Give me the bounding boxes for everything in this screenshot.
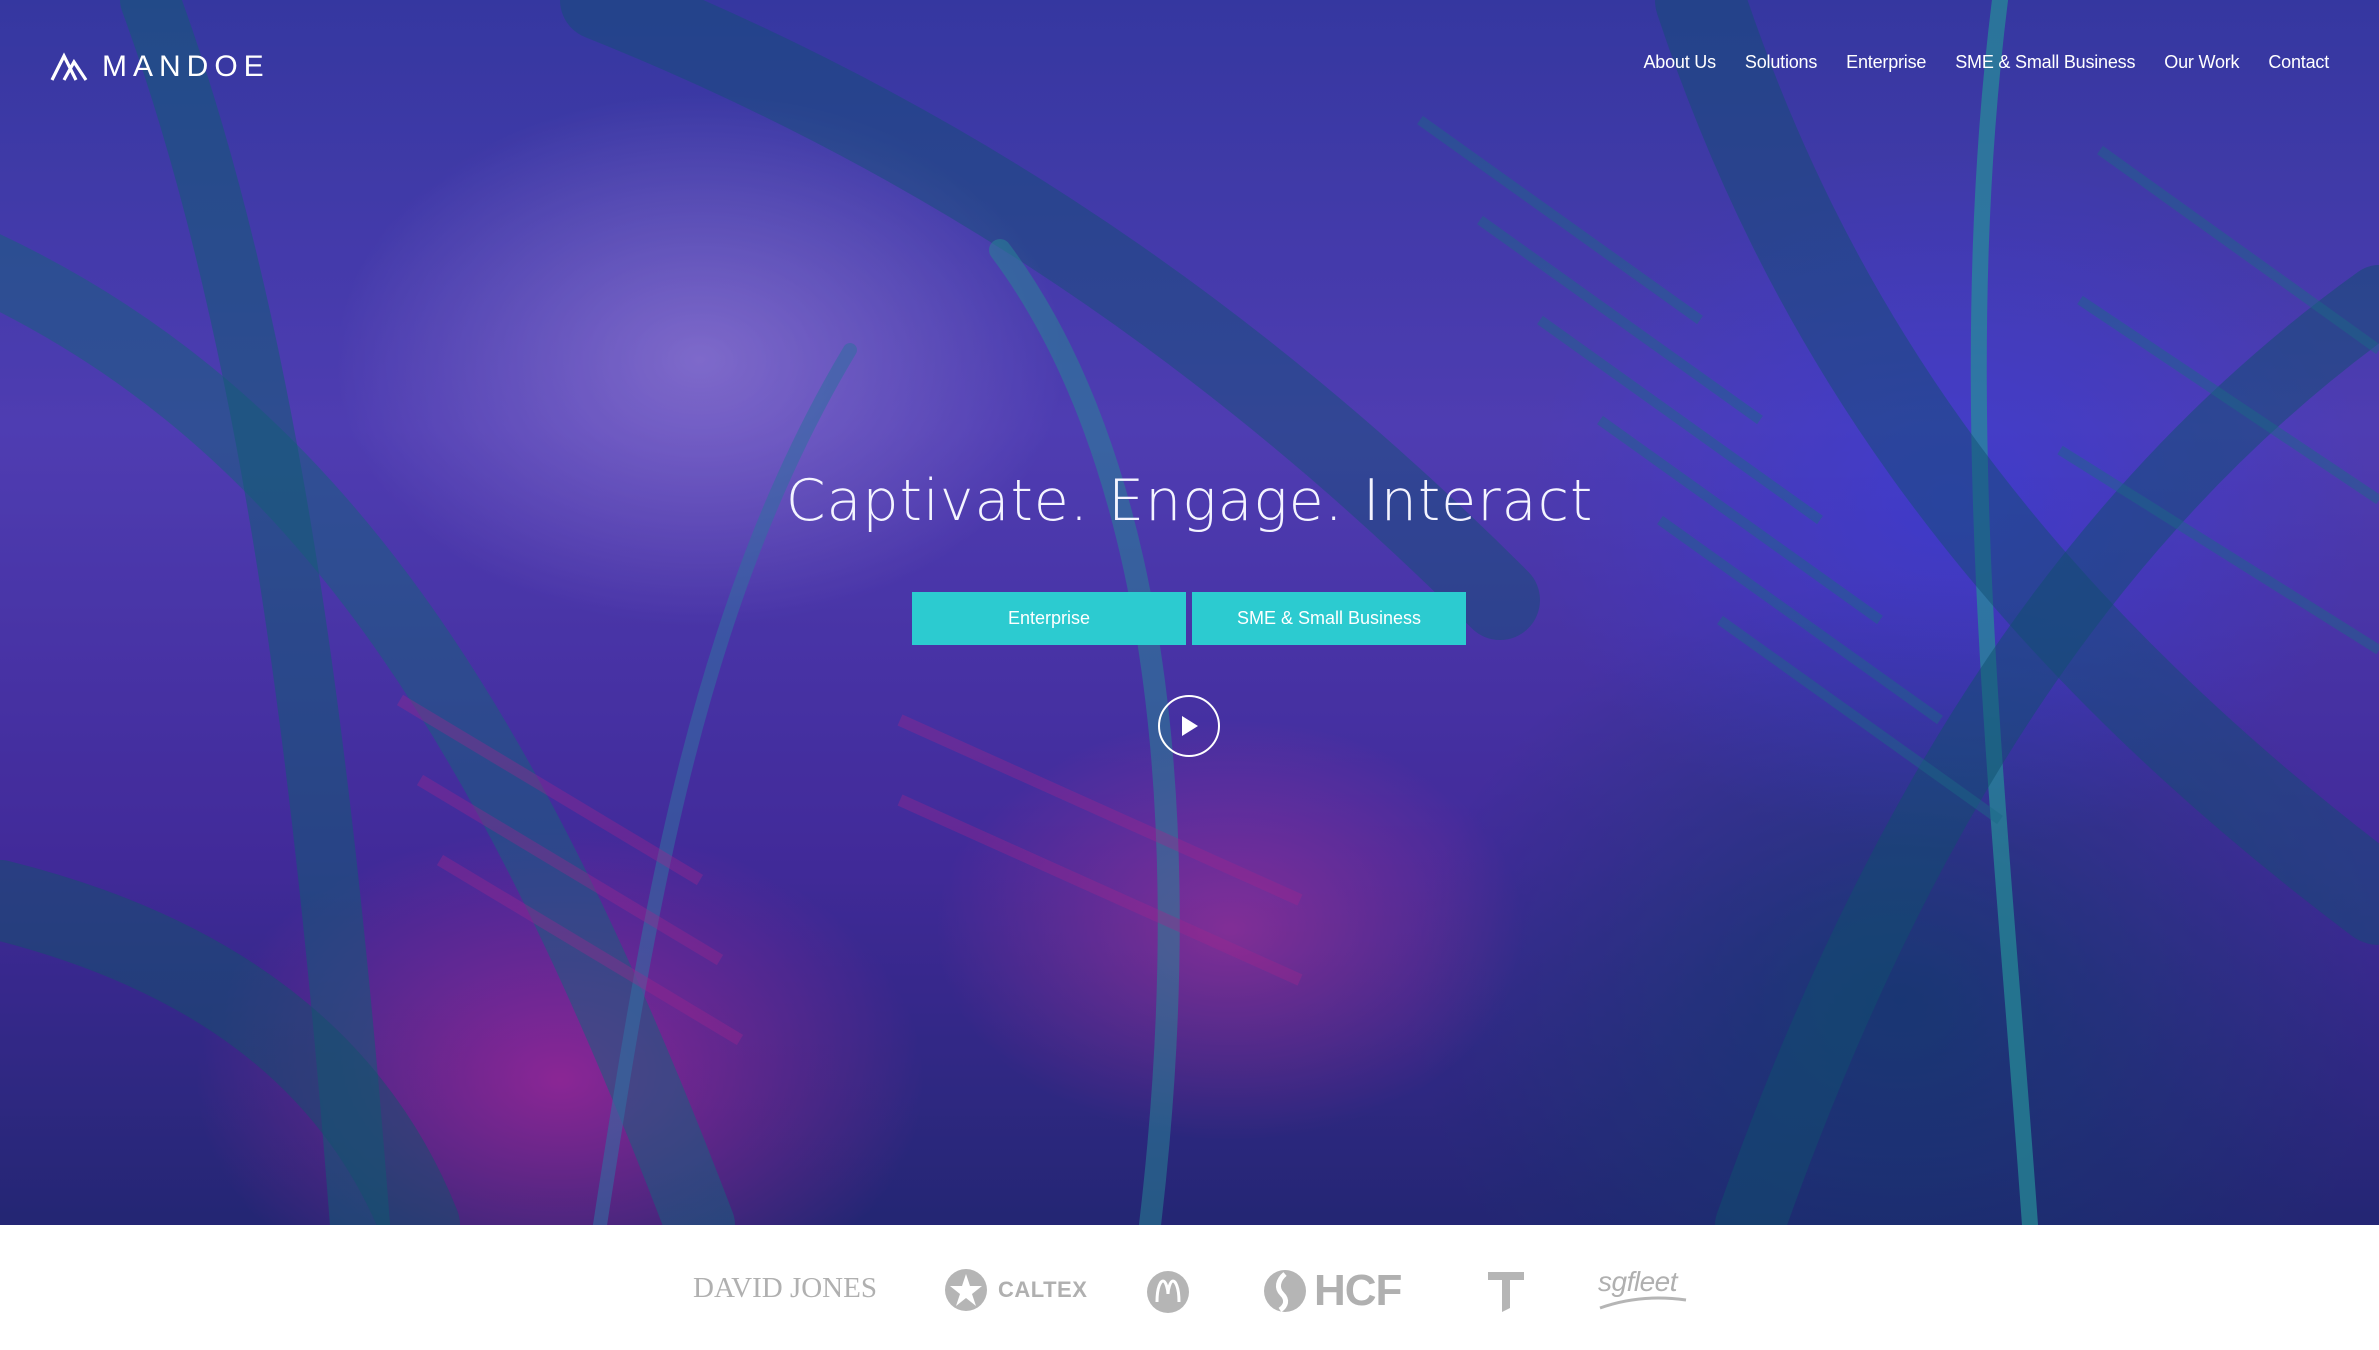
play-video-button[interactable]: [1158, 695, 1220, 757]
caltex-star-icon: [945, 1269, 987, 1311]
main-nav: About Us Solutions Enterprise SME & Smal…: [1643, 52, 2329, 73]
nav-item-solutions[interactable]: Solutions: [1745, 52, 1817, 73]
mcdonalds-icon: [1147, 1271, 1189, 1313]
play-icon: [1182, 716, 1198, 736]
mandoe-logo-icon: [50, 52, 88, 81]
nav-item-about-us[interactable]: About Us: [1643, 52, 1716, 73]
client-logo-david-jones: DAVID JONES: [693, 1272, 877, 1304]
client-logo-sgfleet: sgfleet: [1598, 1266, 1688, 1312]
nav-item-our-work[interactable]: Our Work: [2164, 52, 2239, 73]
brand-name: MANDOE: [102, 50, 270, 83]
hero-cta-group: Enterprise SME & Small Business: [912, 592, 1466, 645]
telstra-icon: [1488, 1272, 1524, 1312]
nav-item-sme-small-business[interactable]: SME & Small Business: [1955, 52, 2135, 73]
hcf-wordmark: HCF: [1314, 1266, 1402, 1315]
nav-item-enterprise[interactable]: Enterprise: [1846, 52, 1926, 73]
client-logo-telstra: [1486, 1266, 1526, 1319]
hcf-icon: [1264, 1270, 1306, 1313]
sme-small-business-button[interactable]: SME & Small Business: [1192, 592, 1466, 645]
client-logo-caltex: CALTEX: [944, 1268, 1087, 1312]
nav-item-contact[interactable]: Contact: [2268, 52, 2329, 73]
caltex-wordmark: CALTEX: [998, 1277, 1088, 1302]
client-logo-mcdonalds: [1146, 1270, 1190, 1319]
brand-logo[interactable]: MANDOE: [50, 50, 270, 84]
client-logo-hcf: HCF: [1262, 1266, 1402, 1316]
hero-headline: Captivate. Engage. Interact: [785, 468, 1594, 534]
enterprise-button[interactable]: Enterprise: [912, 592, 1186, 645]
sgfleet-wordmark: sgfleet: [1598, 1266, 1678, 1297]
